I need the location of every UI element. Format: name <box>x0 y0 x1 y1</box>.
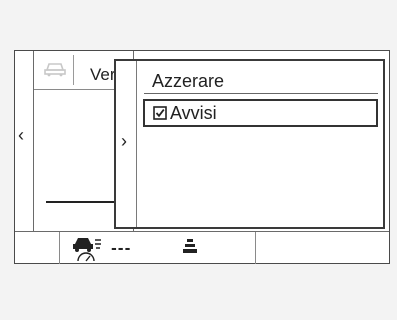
left-nav-column[interactable]: ‹ <box>15 51 34 231</box>
popup-title: Azzerare <box>152 71 225 91</box>
driver-assist-status: --- <box>60 232 256 264</box>
status-cell-empty-right <box>256 232 389 264</box>
status-cell-empty <box>15 232 60 264</box>
left-arrow-icon[interactable]: ‹ <box>18 126 24 144</box>
vehicle-tab[interactable] <box>37 55 74 85</box>
car-icon <box>44 63 66 77</box>
adaptive-cruise-icon <box>73 238 101 262</box>
page-background: ‹ Ver › Azzerare Avvisi --- <box>0 0 397 320</box>
speed-readout: --- <box>111 241 132 257</box>
right-arrow-icon[interactable]: › <box>121 132 127 150</box>
lane-assist-icon <box>183 239 197 253</box>
status-bar: --- <box>15 231 389 264</box>
title-divider <box>144 93 378 94</box>
popup-back-column[interactable]: › <box>116 61 137 227</box>
reset-popup: › Azzerare Avvisi <box>114 59 385 229</box>
menu-item-label: Avvisi <box>170 103 217 123</box>
infotainment-screen: ‹ Ver › Azzerare Avvisi --- <box>14 50 390 264</box>
checkbox-checked-icon[interactable] <box>153 106 167 120</box>
menu-item-avvisi[interactable]: Avvisi <box>143 99 378 127</box>
tab-label[interactable]: Ver <box>90 65 116 85</box>
